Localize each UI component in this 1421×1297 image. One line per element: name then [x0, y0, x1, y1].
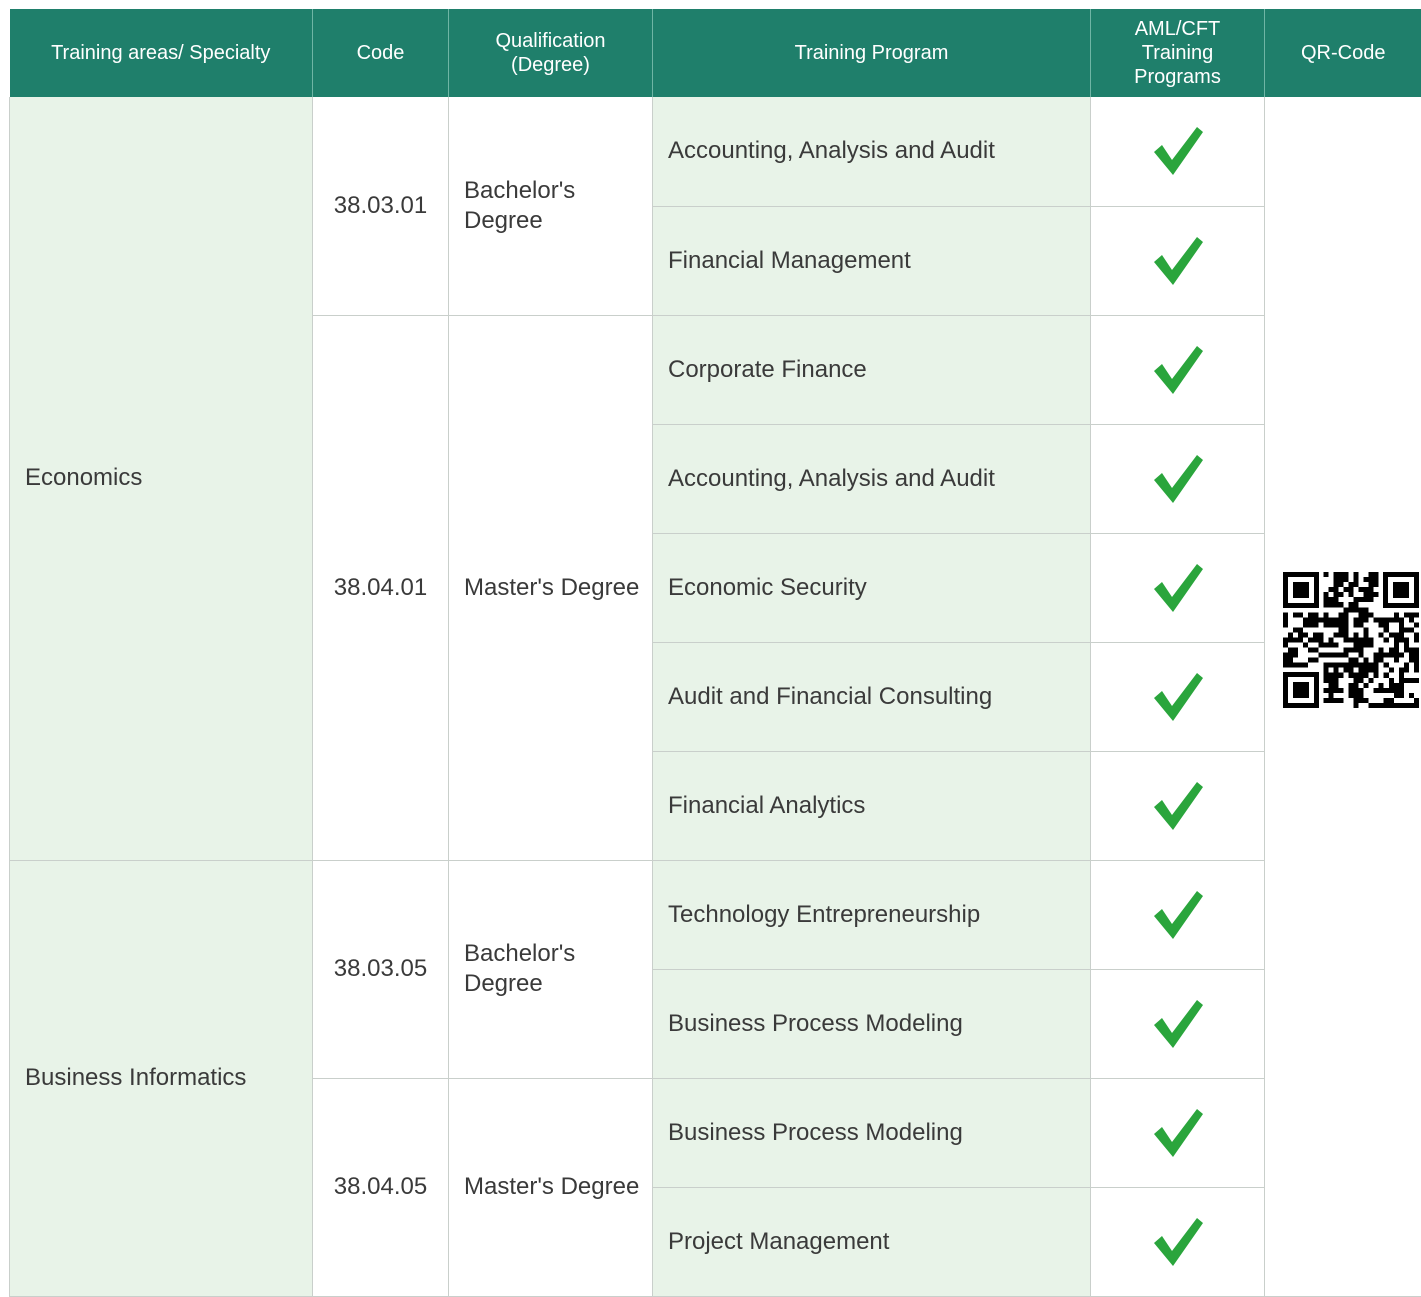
code-cell: 38.04.01 — [313, 315, 449, 860]
header-training-program: Training Program — [653, 9, 1091, 97]
qualification-cell: Bachelor's Degree — [449, 97, 653, 315]
header-qualification: Qualification (Degree) — [449, 9, 653, 97]
program-cell: Business Process Modeling — [653, 1078, 1091, 1187]
program-cell: Audit and Financial Consulting — [653, 642, 1091, 751]
code-cell: 38.04.05 — [313, 1078, 449, 1296]
checkmark-icon — [1150, 1105, 1206, 1161]
header-qr-code: QR-Code — [1265, 9, 1421, 97]
specialty-cell: Economics — [10, 97, 313, 860]
checkmark-icon — [1150, 996, 1206, 1052]
program-cell: Corporate Finance — [653, 315, 1091, 424]
program-cell: Accounting, Analysis and Audit — [653, 97, 1091, 206]
aml-check-cell — [1091, 97, 1265, 206]
header-row: Training areas/ Specialty Code Qualifica… — [10, 9, 1421, 97]
header-code: Code — [313, 9, 449, 97]
table-row: Economics 38.03.01 Bachelor's Degree Acc… — [10, 97, 1421, 206]
checkmark-icon — [1150, 342, 1206, 398]
qualification-cell: Master's Degree — [449, 1078, 653, 1296]
aml-check-cell — [1091, 642, 1265, 751]
header-aml-cft: AML/CFT Training Programs — [1091, 9, 1265, 97]
qr-code-cell — [1265, 97, 1421, 1296]
aml-check-cell — [1091, 860, 1265, 969]
qualification-cell: Master's Degree — [449, 315, 653, 860]
checkmark-icon — [1150, 887, 1206, 943]
code-cell: 38.03.01 — [313, 97, 449, 315]
program-cell: Financial Management — [653, 206, 1091, 315]
aml-check-cell — [1091, 1187, 1265, 1296]
code-cell: 38.03.05 — [313, 860, 449, 1078]
checkmark-icon — [1150, 560, 1206, 616]
program-cell: Project Management — [653, 1187, 1091, 1296]
checkmark-icon — [1150, 778, 1206, 834]
program-cell: Business Process Modeling — [653, 969, 1091, 1078]
aml-check-cell — [1091, 424, 1265, 533]
checkmark-icon — [1150, 233, 1206, 289]
checkmark-icon — [1150, 1214, 1206, 1270]
table-row: Business Informatics 38.03.05 Bachelor's… — [10, 860, 1421, 969]
aml-check-cell — [1091, 751, 1265, 860]
program-cell: Economic Security — [653, 533, 1091, 642]
checkmark-icon — [1150, 123, 1206, 179]
qr-code-image — [1283, 572, 1419, 708]
header-training-area: Training areas/ Specialty — [10, 9, 313, 97]
aml-check-cell — [1091, 1078, 1265, 1187]
aml-check-cell — [1091, 315, 1265, 424]
program-cell: Financial Analytics — [653, 751, 1091, 860]
specialty-cell: Business Informatics — [10, 860, 313, 1296]
checkmark-icon — [1150, 451, 1206, 507]
aml-check-cell — [1091, 969, 1265, 1078]
aml-check-cell — [1091, 533, 1265, 642]
qualification-cell: Bachelor's Degree — [449, 860, 653, 1078]
program-cell: Technology Entrepreneurship — [653, 860, 1091, 969]
training-programs-table: Training areas/ Specialty Code Qualifica… — [9, 9, 1421, 1297]
program-cell: Accounting, Analysis and Audit — [653, 424, 1091, 533]
checkmark-icon — [1150, 669, 1206, 725]
aml-check-cell — [1091, 206, 1265, 315]
